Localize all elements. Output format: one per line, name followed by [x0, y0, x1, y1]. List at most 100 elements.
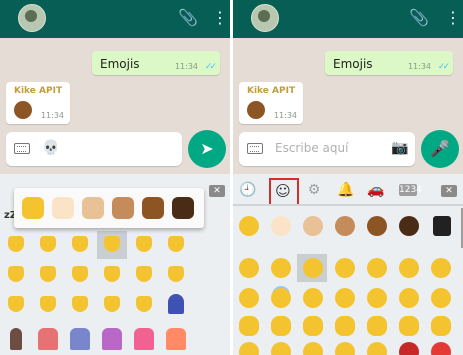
person-medium-light-emoji[interactable] [303, 216, 323, 236]
fist-medium-emoji[interactable] [112, 197, 134, 219]
point-right-emoji[interactable] [104, 266, 120, 282]
person-dark-emoji[interactable] [399, 216, 419, 236]
outgoing-message[interactable]: Emojis 11:34 ✓✓ [325, 51, 453, 75]
couple-emoji[interactable] [38, 328, 58, 350]
attach-icon[interactable]: 📎 [409, 9, 429, 27]
person-medium-emoji[interactable] [335, 216, 355, 236]
couple-emoji[interactable] [134, 328, 154, 350]
expressionless-emoji[interactable] [431, 288, 451, 308]
more-icon[interactable]: ⋮ [445, 9, 461, 27]
person-emoji[interactable] [10, 328, 22, 350]
point-right-emoji[interactable] [136, 266, 152, 282]
incoming-message[interactable]: Kike APIT 11:34 [239, 82, 303, 124]
bell-tab-icon[interactable]: 🔔 [337, 182, 355, 198]
cat-heart-eyes-emoji[interactable] [335, 316, 355, 336]
cat-joy-emoji[interactable] [271, 316, 291, 336]
point-up-emoji[interactable] [72, 296, 88, 312]
victory-hand-emoji[interactable] [168, 236, 184, 252]
muscle-emoji[interactable] [136, 296, 152, 312]
heart-eyes-emoji[interactable] [303, 288, 323, 308]
emoji-keyboard: 🕘 ☺ ⚙ 🔔 🚗 1234 ✕ [233, 174, 463, 355]
message-input[interactable]: 💀 [6, 132, 182, 166]
thumbs-down-emoji[interactable] [40, 236, 56, 252]
outgoing-message[interactable]: Emojis 11:34 ✓✓ [92, 51, 220, 75]
cat-kiss-emoji[interactable] [367, 316, 387, 336]
couple-emoji[interactable] [70, 328, 90, 350]
cat-pout-emoji[interactable] [399, 316, 419, 336]
fist-emoji[interactable] [104, 236, 120, 252]
wink-emoji[interactable] [399, 258, 419, 278]
avatar[interactable] [18, 4, 46, 32]
person-light-emoji[interactable] [271, 216, 291, 236]
wave-emoji[interactable] [8, 266, 24, 282]
person-emoji[interactable] [239, 216, 259, 236]
sender-name: Kike APIT [247, 86, 296, 96]
scream-emoji[interactable] [271, 342, 291, 355]
more-icon[interactable]: ⋮ [212, 9, 228, 27]
fist-light-emoji[interactable] [52, 197, 74, 219]
ogre-emoji[interactable] [399, 342, 419, 355]
pray-emoji[interactable] [8, 296, 24, 312]
sunglasses-emoji[interactable] [335, 288, 355, 308]
thumbs-down-emoji[interactable] [8, 236, 24, 252]
dark-skin-woman-emoji [247, 101, 265, 119]
tab-underline [233, 204, 463, 206]
pray-emoji[interactable] [40, 296, 56, 312]
camera-icon[interactable]: 📷 [391, 140, 408, 156]
cat-weary-emoji[interactable] [431, 316, 451, 336]
fist-medium-dark-emoji[interactable] [142, 197, 164, 219]
smile-emoji[interactable] [367, 258, 387, 278]
message-time: 11:34 [407, 62, 431, 71]
guard-emoji[interactable] [433, 216, 451, 236]
mic-button[interactable]: 🎤 [421, 130, 459, 168]
numbers-tab-icon[interactable]: 1234 [399, 184, 422, 196]
mic-icon: 🎤 [430, 139, 450, 158]
laugh-emoji[interactable] [335, 258, 355, 278]
car-tab-icon[interactable]: 🚗 [367, 182, 385, 198]
skin-tone-popup [14, 188, 204, 228]
relieved-emoji[interactable] [239, 288, 259, 308]
point-up-emoji[interactable] [72, 236, 88, 252]
neutral-emoji[interactable] [399, 288, 419, 308]
chat-header: 📎 ⋮ [0, 0, 230, 38]
attach-icon[interactable]: 📎 [178, 9, 198, 27]
grin-emoji[interactable] [271, 258, 291, 278]
avatar[interactable] [251, 4, 279, 32]
sweat-smile-emoji[interactable] [303, 258, 323, 278]
fearful-emoji[interactable] [239, 342, 259, 355]
cry-emoji[interactable] [303, 342, 323, 355]
read-ticks-icon: ✓✓ [204, 62, 217, 72]
family-emoji[interactable] [166, 328, 186, 350]
cat-smiley-emoji[interactable] [303, 316, 323, 336]
fist-emoji[interactable] [136, 236, 152, 252]
left-screen: 📎 ⋮ Emojis 11:34 ✓✓ Kike APIT 11:34 💀 ➤ … [0, 0, 230, 355]
keyboard-icon[interactable] [247, 143, 263, 154]
fist-default-emoji[interactable] [22, 197, 44, 219]
raised-hands-emoji[interactable] [168, 266, 184, 282]
sad-emoji[interactable] [367, 342, 387, 355]
couple-emoji[interactable] [102, 328, 122, 350]
incoming-message[interactable]: Kike APIT 11:34 [6, 82, 70, 124]
halo-emoji[interactable] [271, 288, 291, 308]
smiley-emoji[interactable] [239, 258, 259, 278]
send-button[interactable]: ➤ [188, 130, 226, 168]
sob-emoji[interactable] [335, 342, 355, 355]
walking-person-emoji[interactable] [168, 294, 184, 314]
settings-tab-icon[interactable]: ⚙ [305, 182, 323, 198]
hand-emoji[interactable] [40, 266, 56, 282]
goblin-emoji[interactable] [431, 342, 451, 355]
person-medium-dark-emoji[interactable] [367, 216, 387, 236]
clap-emoji[interactable] [104, 296, 120, 312]
fist-medium-light-emoji[interactable] [82, 197, 104, 219]
blush-emoji[interactable] [431, 258, 451, 278]
backspace-icon[interactable]: ✕ [441, 185, 457, 197]
cat-smile-emoji[interactable] [239, 316, 259, 336]
smirk-emoji[interactable] [367, 288, 387, 308]
message-text: Emojis [333, 57, 373, 71]
point-left-emoji[interactable] [72, 266, 88, 282]
message-input[interactable]: Escribe aquí 📷 [239, 132, 415, 166]
backspace-icon[interactable]: ✕ [209, 185, 225, 197]
recent-tab-icon[interactable]: 🕘 [239, 182, 257, 198]
keyboard-icon[interactable] [14, 143, 30, 154]
fist-dark-emoji[interactable] [172, 197, 194, 219]
